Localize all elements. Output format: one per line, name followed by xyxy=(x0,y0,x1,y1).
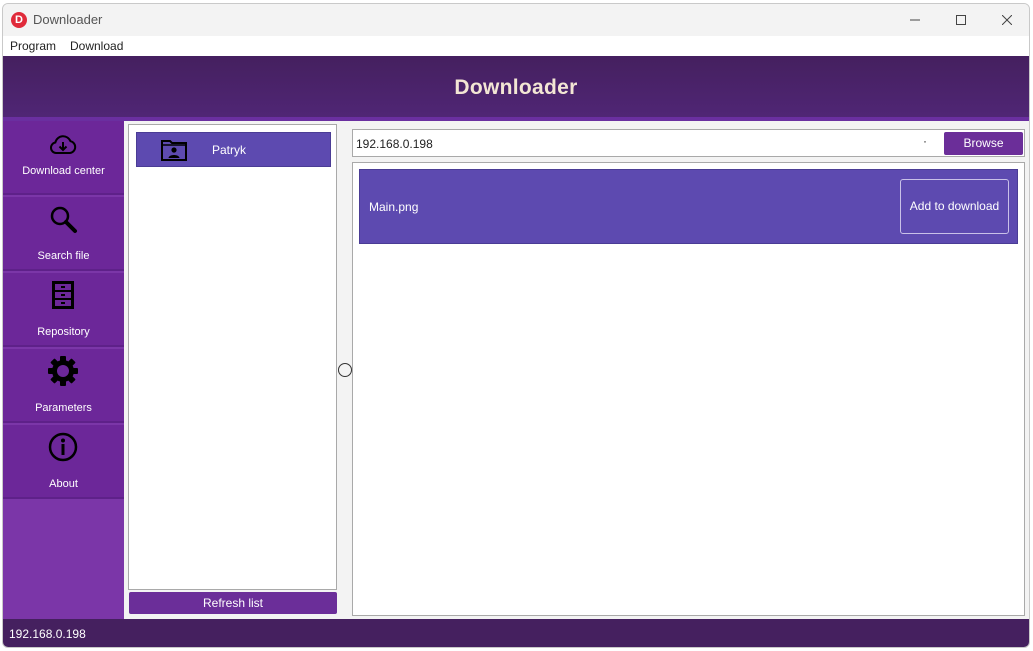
file-name: Main.png xyxy=(369,200,419,214)
status-bar: 192.168.0.198 xyxy=(3,619,1029,647)
maximize-icon xyxy=(956,14,966,25)
files-list[interactable]: Main.png Add to download xyxy=(352,162,1025,616)
minimize-icon xyxy=(910,19,920,20)
nav-repository[interactable]: Repository xyxy=(3,273,124,347)
address-dot: · xyxy=(923,134,927,148)
nav-search-file[interactable]: Search file xyxy=(3,197,124,271)
cloud-download-icon xyxy=(50,135,77,154)
status-text: 192.168.0.198 xyxy=(9,627,86,641)
menu-download[interactable]: Download xyxy=(70,39,123,53)
app-logo-icon: D xyxy=(11,12,27,28)
magnifier-icon xyxy=(50,206,77,233)
app-window: D Downloader Program Download Downloader… xyxy=(2,3,1030,648)
add-to-download-button[interactable]: Add to download xyxy=(900,179,1009,234)
nav-label-download-center: Download center xyxy=(22,165,105,177)
title-bar[interactable]: D Downloader xyxy=(3,4,1029,35)
menu-program[interactable]: Program xyxy=(10,39,56,53)
header-accent-line xyxy=(3,117,1029,121)
header-title: Downloader xyxy=(454,76,578,99)
refresh-list-button[interactable]: Refresh list xyxy=(129,592,337,614)
users-list[interactable]: Patryk xyxy=(128,124,337,590)
user-item-patryk[interactable]: Patryk xyxy=(136,132,331,167)
splitter-handle[interactable] xyxy=(338,363,352,377)
browse-button[interactable]: Browse xyxy=(944,132,1023,155)
user-folder-icon xyxy=(161,140,187,161)
address-input[interactable] xyxy=(356,135,916,153)
nav-label-search-file: Search file xyxy=(37,250,90,262)
window-title: Downloader xyxy=(33,12,103,27)
address-bar: · xyxy=(352,129,1025,157)
maximize-button[interactable] xyxy=(938,4,984,35)
cabinet-icon xyxy=(52,281,74,309)
info-icon xyxy=(48,432,78,462)
sidebar: Download center Search file Repository P… xyxy=(3,121,124,619)
minimize-button[interactable] xyxy=(892,4,938,35)
close-button[interactable] xyxy=(984,4,1029,35)
user-item-label: Patryk xyxy=(212,143,247,157)
app-header: Downloader xyxy=(3,56,1029,120)
nav-parameters[interactable]: Parameters xyxy=(3,349,124,423)
file-item[interactable]: Main.png Add to download xyxy=(359,169,1018,244)
nav-label-about: About xyxy=(49,478,78,490)
nav-label-parameters: Parameters xyxy=(35,402,92,414)
nav-label-repository: Repository xyxy=(37,326,90,338)
close-icon xyxy=(1002,14,1012,25)
gear-icon xyxy=(48,356,78,386)
menu-bar: Program Download xyxy=(3,36,1029,56)
nav-download-center[interactable]: Download center xyxy=(3,121,124,195)
nav-about[interactable]: About xyxy=(3,425,124,499)
